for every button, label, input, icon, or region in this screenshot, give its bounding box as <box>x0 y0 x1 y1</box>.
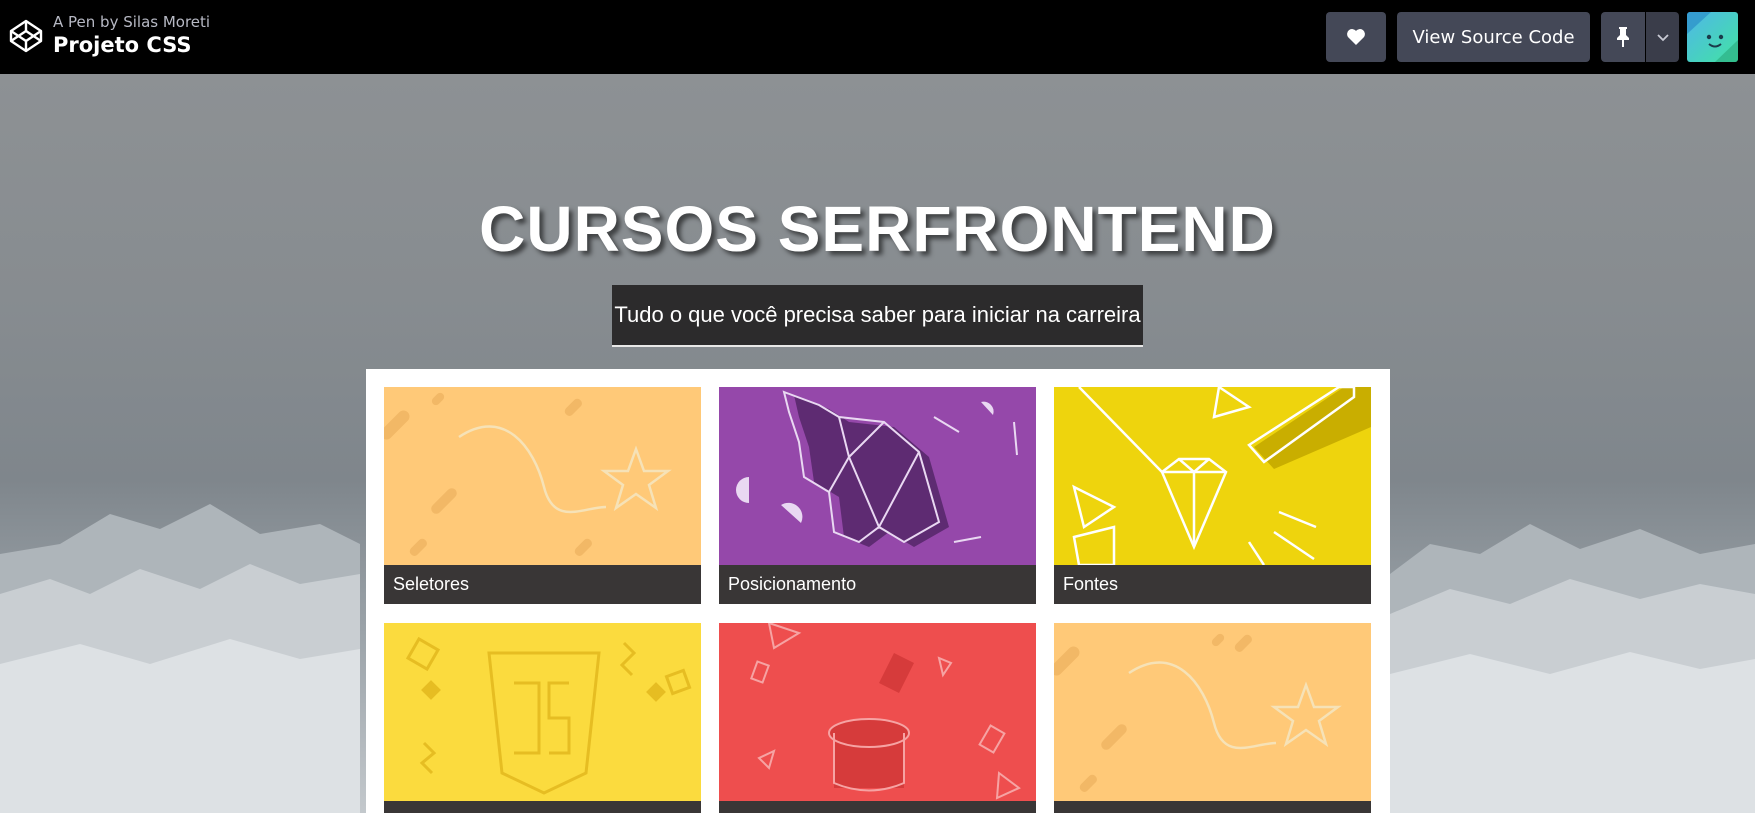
course-card-animacao[interactable] <box>719 623 1036 813</box>
hero-section: CURSOS SERFRONTEND Tudo o que você preci… <box>0 74 1755 813</box>
course-image-fontes <box>1054 387 1371 565</box>
course-image-javascript <box>384 623 701 801</box>
course-label: Seletores <box>384 565 701 604</box>
pen-title: Projeto CSS <box>53 33 192 57</box>
course-label <box>384 801 701 813</box>
course-image-animacao <box>719 623 1036 801</box>
heart-icon <box>1347 29 1365 45</box>
course-card-posicionamento[interactable]: Posicionamento <box>719 387 1036 604</box>
course-image-posicionamento <box>719 387 1036 565</box>
page-subtitle: Tudo o que você precisa saber para inici… <box>612 285 1143 347</box>
course-label <box>719 801 1036 813</box>
course-card-seletores[interactable]: Seletores <box>384 387 701 604</box>
course-label <box>1054 801 1371 813</box>
codepen-logo-icon[interactable] <box>8 18 44 54</box>
course-label: Posicionamento <box>719 565 1036 604</box>
pin-icon <box>1617 27 1629 47</box>
course-card-seletores-2[interactable] <box>1054 623 1371 813</box>
course-card-fontes[interactable]: Fontes <box>1054 387 1371 604</box>
codepen-header: A Pen by Silas Moreti Projeto CSS View S… <box>0 0 1755 74</box>
like-button[interactable] <box>1326 12 1386 62</box>
avatar[interactable] <box>1687 12 1738 62</box>
view-source-button[interactable]: View Source Code <box>1397 12 1590 62</box>
page-title: CURSOS SERFRONTEND <box>479 193 1276 265</box>
course-image-seletores-2 <box>1054 623 1371 801</box>
chevron-down-icon <box>1656 34 1669 42</box>
pen-byline[interactable]: A Pen by Silas Moreti <box>53 13 210 31</box>
pin-button[interactable] <box>1601 12 1645 62</box>
course-card-javascript[interactable] <box>384 623 701 813</box>
pin-menu-button[interactable] <box>1646 12 1679 62</box>
course-grid: Seletores Posicionamento Fontes <box>366 369 1390 813</box>
course-image-seletores <box>384 387 701 565</box>
course-label: Fontes <box>1054 565 1371 604</box>
